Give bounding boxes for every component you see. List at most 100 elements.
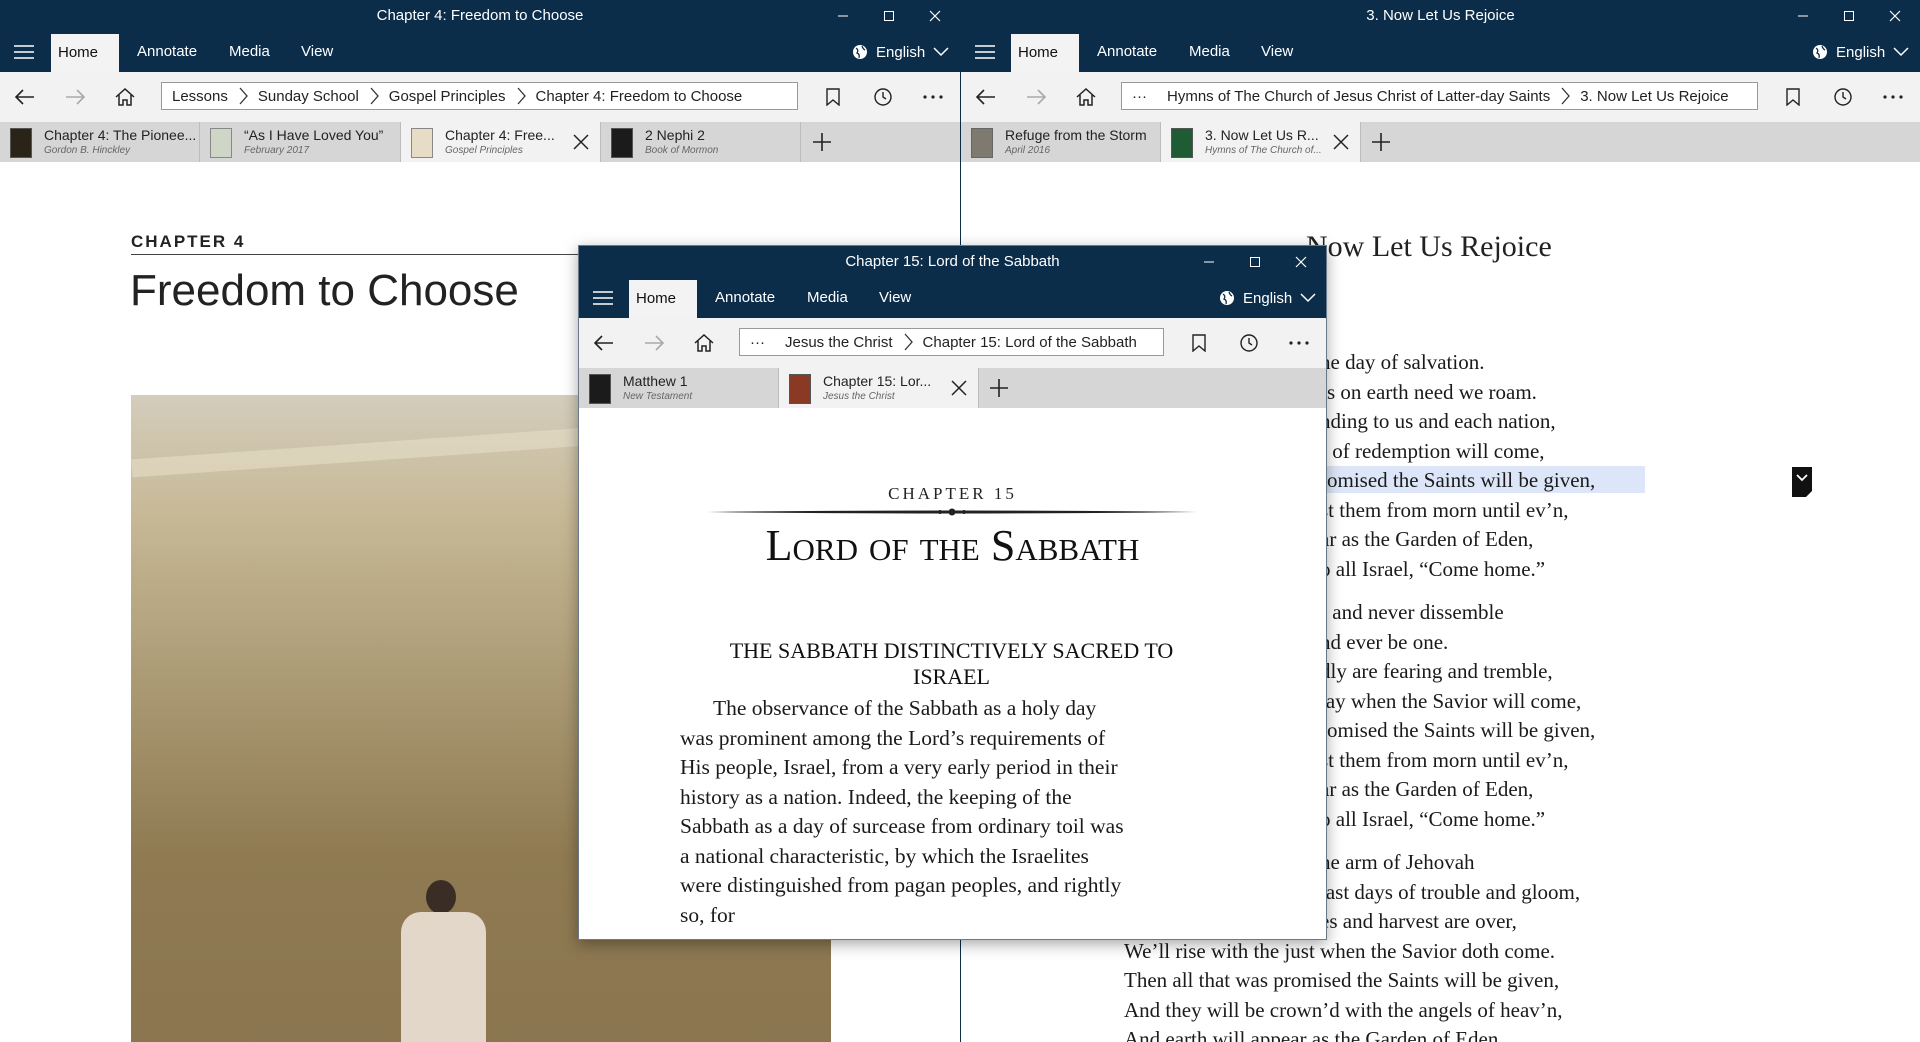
arrow-left-icon [15, 89, 34, 105]
right-bookmark-button[interactable] [1776, 80, 1810, 114]
right-history-button[interactable] [1826, 80, 1860, 114]
center-crumb-more[interactable]: ··· [740, 334, 775, 351]
more-icon [1289, 341, 1309, 345]
center-menu-view[interactable]: View [865, 278, 925, 318]
arrow-right-icon [645, 335, 664, 351]
close-tab-icon[interactable] [1330, 131, 1352, 153]
plus-icon [990, 379, 1008, 397]
right-language-select[interactable]: English [1812, 32, 1909, 72]
right-tab-refuge[interactable]: Refuge from the Storm April 2016 [961, 122, 1161, 162]
home-icon [694, 334, 714, 352]
left-close-button[interactable] [912, 0, 958, 32]
left-add-tab-button[interactable] [807, 127, 837, 157]
center-menu-media[interactable]: Media [793, 278, 862, 318]
right-hamburger-icon[interactable] [961, 32, 1009, 72]
close-tab-icon[interactable] [948, 377, 970, 399]
tab-title: Chapter 4: The Pionee... [44, 127, 197, 143]
clock-icon [1240, 334, 1258, 352]
arrow-left-icon [594, 335, 613, 351]
center-add-tab-button[interactable] [984, 373, 1014, 403]
center-tab-sabbath[interactable]: Chapter 15: Lor... Jesus the Christ [779, 368, 979, 408]
person-figure [381, 880, 511, 1042]
left-minimize-button[interactable] [820, 0, 866, 32]
right-close-button[interactable] [1872, 0, 1918, 32]
center-bookmark-button[interactable] [1182, 326, 1216, 360]
left-tab-pioneer[interactable]: Chapter 4: The Pionee... Gordon B. Hinck… [0, 122, 200, 162]
left-crumb-current[interactable]: Chapter 4: Freedom to Choose [526, 88, 753, 105]
left-crumb-gospel-principles[interactable]: Gospel Principles [379, 88, 516, 105]
right-home-button[interactable] [1069, 80, 1103, 114]
center-navbar: ··· Jesus the Christ Chapter 15: Lord of… [579, 318, 1326, 368]
center-language-select[interactable]: English [1219, 278, 1316, 318]
left-back-button[interactable] [8, 80, 42, 114]
left-tab-freedom[interactable]: Chapter 4: Free... Gospel Principles [401, 122, 601, 162]
tab-subtitle: Gospel Principles [445, 145, 523, 156]
center-minimize-button[interactable] [1186, 246, 1232, 278]
center-menu-home[interactable]: Home [629, 280, 697, 318]
right-tab-rejoice[interactable]: 3. Now Let Us R... Hymns of The Church o… [1161, 122, 1361, 162]
center-crumb-book[interactable]: Jesus the Christ [775, 334, 903, 351]
center-close-button[interactable] [1278, 246, 1324, 278]
left-forward-button[interactable] [58, 80, 92, 114]
left-navbar: Lessons Sunday School Gospel Principles … [0, 72, 960, 122]
left-menu-annotate[interactable]: Annotate [123, 32, 211, 72]
arrow-left-icon [976, 89, 995, 105]
left-tab-loved[interactable]: “As I Have Loved You” February 2017 [200, 122, 401, 162]
left-breadcrumb: Lessons Sunday School Gospel Principles … [161, 82, 798, 110]
right-menu-home[interactable]: Home [1011, 34, 1079, 72]
hymn-line: he arm of Jehovah [1320, 850, 1475, 874]
hymn-line: st them from morn until ev’n, [1320, 497, 1569, 522]
more-icon [923, 95, 943, 99]
right-crumb-hymns[interactable]: Hymns of The Church of Jesus Christ of L… [1157, 88, 1560, 105]
tab-title: Chapter 15: Lor... [823, 373, 932, 389]
left-tab-2-nephi[interactable]: 2 Nephi 2 Book of Mormon [601, 122, 801, 162]
right-crumb-more[interactable]: ··· [1122, 88, 1157, 105]
center-back-button[interactable] [587, 326, 621, 360]
close-tab-icon[interactable] [570, 131, 592, 153]
left-window-title: Chapter 4: Freedom to Choose [376, 7, 584, 24]
left-language-select[interactable]: English [852, 32, 949, 72]
right-minimize-button[interactable] [1780, 0, 1826, 32]
hymn-line: dly are fearing and tremble, [1320, 659, 1553, 683]
left-more-button[interactable] [916, 80, 950, 114]
right-forward-button[interactable] [1019, 80, 1053, 114]
left-hamburger-icon[interactable] [0, 32, 48, 72]
right-menu-media[interactable]: Media [1175, 32, 1244, 72]
right-crumb-current[interactable]: 3. Now Let Us Rejoice [1570, 88, 1738, 105]
globe-icon [853, 45, 867, 59]
center-hamburger-icon[interactable] [579, 278, 627, 318]
left-menu-view[interactable]: View [287, 32, 347, 72]
chevron-right-icon [238, 87, 248, 105]
right-maximize-button[interactable] [1826, 0, 1872, 32]
right-menu-view[interactable]: View [1247, 32, 1307, 72]
right-menu-annotate[interactable]: Annotate [1083, 32, 1171, 72]
center-menu-annotate[interactable]: Annotate [701, 278, 789, 318]
left-history-button[interactable] [866, 80, 900, 114]
left-crumb-lessons[interactable]: Lessons [162, 88, 238, 105]
book-thumbnail [411, 128, 433, 158]
hymn-line: nding to us and each nation, [1320, 409, 1556, 433]
center-crumb-current[interactable]: Chapter 15: Lord of the Sabbath [913, 334, 1147, 351]
center-heading: Lord of the Sabbath [765, 521, 1140, 570]
center-home-button[interactable] [687, 326, 721, 360]
annotation-marker-icon[interactable] [1791, 466, 1813, 498]
left-menu-home[interactable]: Home [51, 34, 119, 72]
right-more-button[interactable] [1876, 80, 1910, 114]
left-maximize-button[interactable] [866, 0, 912, 32]
center-maximize-button[interactable] [1232, 246, 1278, 278]
left-bookmark-button[interactable] [816, 80, 850, 114]
right-back-button[interactable] [969, 80, 1003, 114]
center-more-button[interactable] [1282, 326, 1316, 360]
left-menu-media[interactable]: Media [215, 32, 284, 72]
center-history-button[interactable] [1232, 326, 1266, 360]
home-icon [115, 88, 135, 106]
magazine-thumbnail [210, 128, 232, 158]
hymn-line: Then all that was promised the Saints wi… [1124, 968, 1560, 992]
left-home-button[interactable] [108, 80, 142, 114]
right-window-title: 3. Now Let Us Rejoice [1366, 7, 1515, 24]
magazine-thumbnail [971, 128, 993, 158]
center-forward-button[interactable] [637, 326, 671, 360]
right-add-tab-button[interactable] [1366, 127, 1396, 157]
left-crumb-sunday-school[interactable]: Sunday School [248, 88, 369, 105]
center-tab-matthew[interactable]: Matthew 1 New Testament [579, 368, 779, 408]
